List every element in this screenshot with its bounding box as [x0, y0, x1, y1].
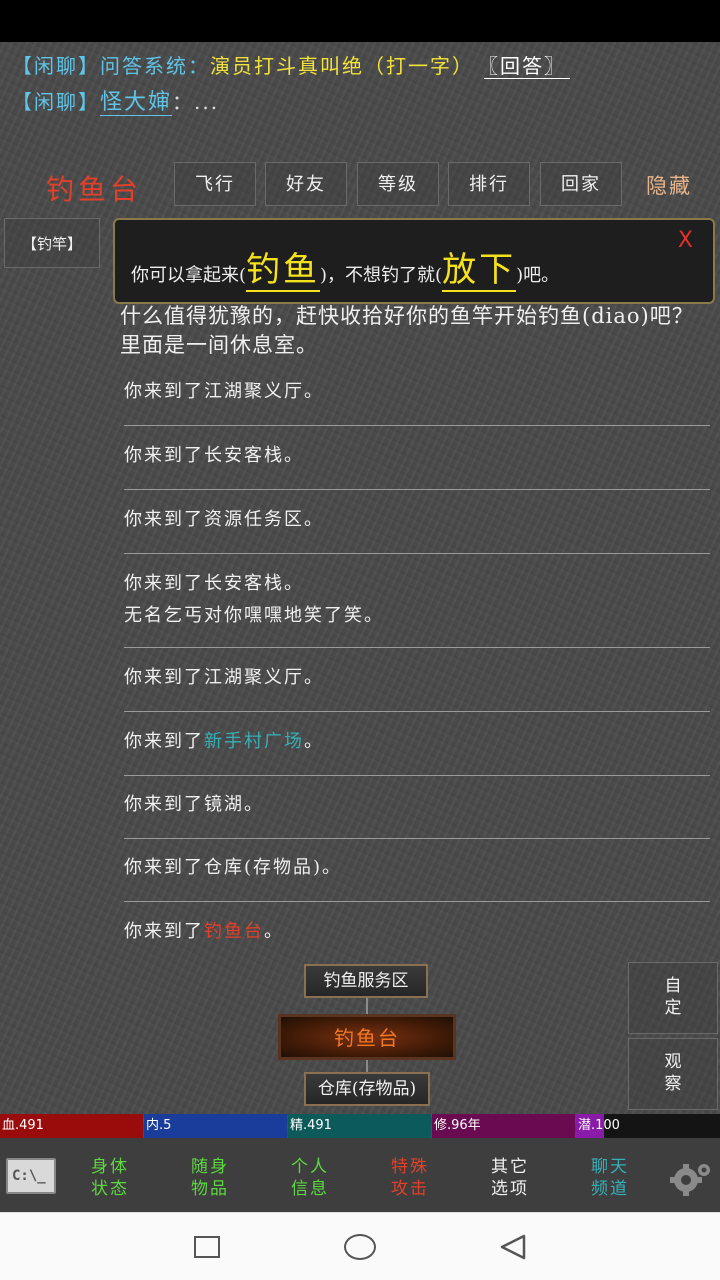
- log-entry: 你来到了长安客栈。: [124, 434, 710, 490]
- nav-label: 随身: [191, 1157, 229, 1177]
- location-link[interactable]: 钓鱼台: [204, 921, 264, 942]
- log-entry: 你来到了钓鱼台。: [124, 910, 710, 960]
- log-entry: 你来到了新手村广场。: [124, 720, 710, 776]
- log-entry: 你来到了江湖聚义厅。: [124, 656, 710, 712]
- body-status-button[interactable]: 身体 状态: [80, 1156, 140, 1200]
- fly-button[interactable]: 飞行: [174, 162, 256, 206]
- popup-text-middle: )，不想钓了就(: [320, 265, 443, 286]
- popup-text-prefix: 你可以拿起来(: [131, 265, 247, 286]
- chat-channel-tag: 【闲聊】: [12, 54, 100, 78]
- log-entry: 你来到了江湖聚义厅。: [124, 370, 710, 426]
- back-icon[interactable]: [498, 1233, 528, 1261]
- personal-info-button[interactable]: 个人 信息: [280, 1156, 340, 1200]
- put-down-action-link[interactable]: 放下: [442, 250, 517, 292]
- spirit-stat: 精.491: [288, 1114, 431, 1138]
- custom-button-label: 自: [664, 976, 682, 996]
- log-text: 你来到了: [124, 731, 204, 752]
- ranking-button[interactable]: 排行: [448, 162, 530, 206]
- chat-channel-button[interactable]: 聊天 频道: [580, 1156, 640, 1200]
- nav-label: 个人: [291, 1157, 329, 1177]
- fishing-rod-item[interactable]: 【钓竿】: [4, 218, 100, 268]
- log-text: 你来到了江湖聚义厅。: [124, 667, 324, 688]
- custom-button[interactable]: 自定: [628, 962, 718, 1034]
- nav-label: 攻击: [391, 1179, 429, 1199]
- custom-button-label: 定: [664, 998, 682, 1018]
- location-link[interactable]: 新手村广场: [204, 731, 304, 752]
- fishing-popup: 你可以拿起来(钓鱼)，不想钓了就(放下)吧。 X: [113, 218, 715, 304]
- log-text: 你来到了: [124, 921, 204, 942]
- log-entry: 你来到了长安客栈。无名乞丐对你嘿嘿地笑了笑。: [124, 562, 710, 648]
- chat-channel-tag: 【闲聊】: [12, 90, 100, 114]
- nav-label: 身体: [91, 1157, 129, 1177]
- observe-button-label: 察: [664, 1074, 682, 1094]
- log-text: 。: [264, 921, 284, 942]
- log-text: 你来到了资源任务区。: [124, 509, 324, 530]
- log-entry: 你来到了仓库(存物品)。: [124, 846, 710, 902]
- popup-text: 你可以拿起来(钓鱼)，不想钓了就(放下)吧。: [131, 242, 560, 292]
- status-bar: [0, 0, 720, 42]
- nav-label: 状态: [91, 1179, 129, 1199]
- chat-sender: 问答系统：: [100, 54, 210, 78]
- fish-action-link[interactable]: 钓鱼: [246, 250, 321, 292]
- map-exit-north[interactable]: 钓鱼服务区: [304, 964, 428, 998]
- answer-link[interactable]: 〖回答〗: [484, 54, 570, 79]
- nav-label: 物品: [191, 1179, 229, 1199]
- observe-button[interactable]: 观察: [628, 1038, 718, 1110]
- command-line-icon[interactable]: C:\_: [6, 1158, 56, 1194]
- chat-line-quiz: 【闲聊】问答系统：演员打斗真叫绝（打一字） 〖回答〗: [12, 50, 570, 79]
- special-attack-button[interactable]: 特殊 攻击: [380, 1156, 440, 1200]
- nav-label: 特殊: [391, 1157, 429, 1177]
- blood-stat: 血.491: [0, 1114, 143, 1138]
- log-text: 你来到了镜湖。: [124, 794, 264, 815]
- chat-line-user: 【闲聊】怪大婶：...: [12, 84, 219, 116]
- log-text: 你来到了长安客栈。: [124, 445, 304, 466]
- level-button[interactable]: 等级: [357, 162, 439, 206]
- close-icon[interactable]: X: [678, 228, 693, 253]
- nav-label: 其它: [491, 1157, 529, 1177]
- inventory-button[interactable]: 随身 物品: [180, 1156, 240, 1200]
- chat-message: 演员打斗真叫绝（打一字）: [210, 54, 474, 78]
- friends-button[interactable]: 好友: [265, 162, 347, 206]
- potential-stat: 潜.100: [576, 1114, 720, 1138]
- cultivation-stat: 修.96年: [432, 1114, 575, 1138]
- chat-sender-link[interactable]: 怪大婶: [100, 90, 173, 116]
- log-entry: 你来到了镜湖。: [124, 783, 710, 839]
- log-entry: 你来到了资源任务区。: [124, 498, 710, 554]
- map-current-room: 钓鱼台: [278, 1014, 456, 1060]
- room-description: 什么值得犹豫的，赶快收拾好你的鱼竿开始钓鱼(diao)吧？ 里面是一间休息室。: [120, 304, 694, 357]
- go-home-button[interactable]: 回家: [540, 162, 622, 206]
- other-options-button[interactable]: 其它 选项: [480, 1156, 540, 1200]
- observe-button-label: 观: [664, 1052, 682, 1072]
- log-text: 无名乞丐对你嘿嘿地笑了笑。: [124, 605, 384, 626]
- nav-label: 聊天: [591, 1157, 629, 1177]
- recent-apps-icon[interactable]: [194, 1236, 220, 1258]
- inner-force-stat: 内.5: [144, 1114, 287, 1138]
- log-text: 。: [304, 731, 324, 752]
- map-exit-south[interactable]: 仓库(存物品): [304, 1072, 430, 1106]
- nav-label: 频道: [591, 1179, 629, 1199]
- log-text: 你来到了仓库(存物品)。: [124, 857, 343, 878]
- nav-label: 选项: [491, 1179, 529, 1199]
- home-icon[interactable]: [344, 1234, 376, 1260]
- chat-message: ：...: [172, 90, 220, 114]
- log-text: 你来到了长安客栈。: [124, 573, 304, 594]
- hide-button[interactable]: 隐藏: [646, 170, 692, 200]
- popup-text-suffix: )吧。: [516, 265, 560, 286]
- nav-label: 信息: [291, 1179, 329, 1199]
- gear-icon[interactable]: [664, 1158, 714, 1198]
- log-text: 你来到了江湖聚义厅。: [124, 381, 324, 402]
- room-title: 钓鱼台: [46, 173, 143, 206]
